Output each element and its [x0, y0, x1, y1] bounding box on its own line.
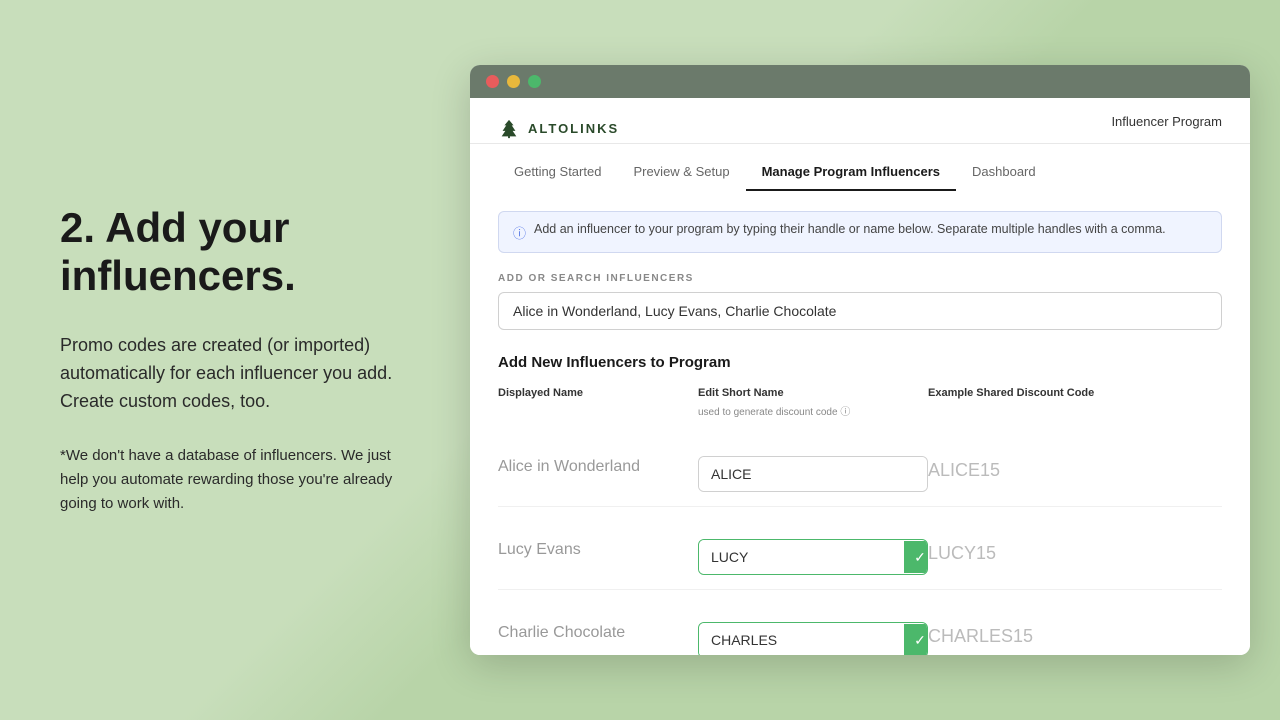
tab-manage-influencers[interactable]: Manage Program Influencers [746, 154, 956, 191]
browser-window: ALTOLINKS Influencer Program Getting Sta… [470, 65, 1250, 655]
browser-content: ALTOLINKS Influencer Program Getting Sta… [470, 98, 1250, 655]
discount-code-alice: ALICE15 [928, 438, 1222, 481]
tab-getting-started[interactable]: Getting Started [498, 154, 617, 191]
short-name-input-alice[interactable] [699, 457, 927, 491]
left-panel: 2. Add your influencers. Promo codes are… [30, 184, 430, 536]
checkmark-icon-lucy: ✓ [904, 541, 928, 573]
search-influencers-input[interactable] [498, 292, 1222, 330]
table-headers: Displayed Name Edit Short Name used to g… [498, 387, 1222, 424]
app-tabs: Getting Started Preview & Setup Manage P… [470, 154, 1250, 191]
tab-dashboard[interactable]: Dashboard [956, 154, 1052, 191]
table-row: Lucy Evans ✓ LUCY15 [498, 507, 1222, 590]
info-icon: ⓘ [513, 223, 526, 242]
app-logo: ALTOLINKS [498, 118, 619, 140]
col2-subheader: used to generate discount code ⓘ [698, 403, 928, 418]
influencer-table: Displayed Name Edit Short Name used to g… [498, 387, 1222, 655]
short-name-input-charlie[interactable] [699, 623, 904, 655]
col1-header: Displayed Name [498, 387, 698, 399]
short-name-field-alice [698, 456, 928, 492]
checkmark-icon-charlie: ✓ [904, 624, 928, 655]
col2-header: Edit Short Name [698, 387, 928, 399]
logo-tree-icon [498, 118, 520, 140]
minimize-button-icon[interactable] [507, 75, 520, 88]
short-name-input-lucy[interactable] [699, 540, 904, 574]
close-button-icon[interactable] [486, 75, 499, 88]
body-text: Promo codes are created (or imported) au… [60, 332, 400, 416]
table-row: Alice in Wonderland ALICE15 [498, 424, 1222, 507]
influencer-name-lucy: Lucy Evans [498, 521, 698, 559]
main-heading: 2. Add your influencers. [60, 204, 400, 301]
short-name-field-charlie: ✓ [698, 622, 928, 655]
info-banner-text: Add an influencer to your program by typ… [534, 222, 1166, 236]
discount-code-charlie: CHARLES15 [928, 604, 1222, 647]
col3-header: Example Shared Discount Code [928, 387, 1222, 399]
add-section-title: Add New Influencers to Program [498, 354, 1222, 371]
influencer-name-alice: Alice in Wonderland [498, 438, 698, 476]
info-banner: ⓘ Add an influencer to your program by t… [498, 211, 1222, 253]
influencer-name-charlie: Charlie Chocolate [498, 604, 698, 642]
logo-text: ALTOLINKS [528, 121, 619, 136]
footnote-text: *We don't have a database of influencers… [60, 444, 400, 516]
search-section-label: ADD OR SEARCH INFLUENCERS [498, 273, 1222, 284]
table-row: Charlie Chocolate ✓ CHARLES15 [498, 590, 1222, 655]
nav-right-link[interactable]: Influencer Program [1111, 114, 1222, 143]
discount-code-lucy: LUCY15 [928, 521, 1222, 564]
short-name-field-lucy: ✓ [698, 539, 928, 575]
tab-preview-setup[interactable]: Preview & Setup [617, 154, 745, 191]
app-main: ⓘ Add an influencer to your program by t… [470, 191, 1250, 655]
app-header: ALTOLINKS Influencer Program [470, 98, 1250, 144]
browser-titlebar [470, 65, 1250, 98]
maximize-button-icon[interactable] [528, 75, 541, 88]
